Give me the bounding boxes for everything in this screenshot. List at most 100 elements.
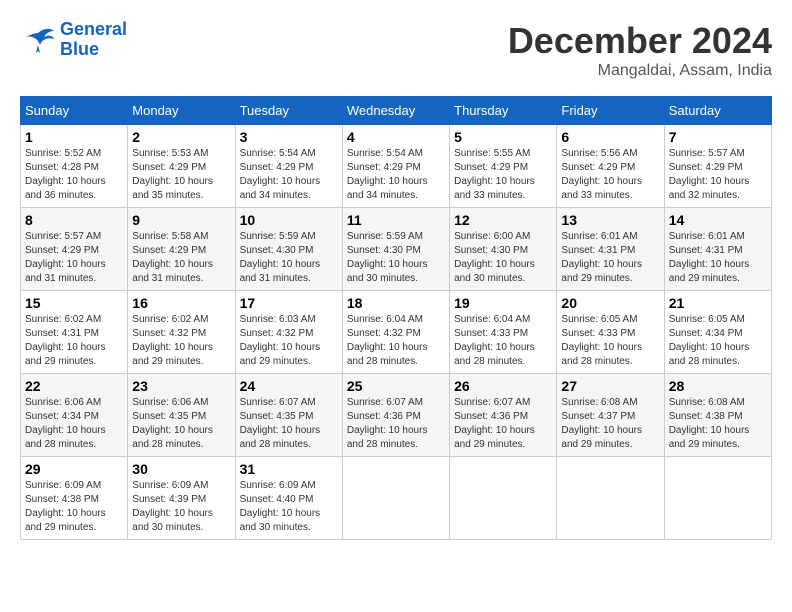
day-number: 28 [669, 378, 767, 394]
day-number: 31 [240, 461, 338, 477]
day-info: Sunrise: 5:54 AM Sunset: 4:29 PM Dayligh… [240, 147, 338, 203]
calendar-cell: 24Sunrise: 6:07 AM Sunset: 4:35 PM Dayli… [235, 374, 342, 457]
calendar-cell: 3 Sunrise: 5:54 AM Sunset: 4:29 PM Daylig… [235, 125, 342, 208]
day-info: Sunrise: 6:04 AM Sunset: 4:32 PM Dayligh… [347, 313, 445, 369]
day-number: 11 [347, 212, 445, 228]
day-number: 25 [347, 378, 445, 394]
calendar-cell: 13 Sunrise: 6:01 AM Sunset: 4:31 PM Dayli… [557, 208, 664, 291]
day-info: Sunrise: 6:08 AM Sunset: 4:38 PM Dayligh… [669, 396, 767, 452]
day-info: Sunrise: 5:58 AM Sunset: 4:29 PM Dayligh… [132, 230, 230, 286]
month-title: December 2024 [508, 20, 772, 62]
calendar-cell: 1 Sunrise: 5:52 AM Sunset: 4:28 PM Daylig… [21, 125, 128, 208]
calendar-cell [342, 457, 449, 540]
day-info: Sunrise: 5:59 AM Sunset: 4:30 PM Dayligh… [240, 230, 338, 286]
day-info: Sunrise: 6:02 AM Sunset: 4:32 PM Dayligh… [132, 313, 230, 369]
calendar-cell: 15 Sunrise: 6:02 AM Sunset: 4:31 PM Dayli… [21, 291, 128, 374]
day-info: Sunrise: 5:52 AM Sunset: 4:28 PM Dayligh… [25, 147, 123, 203]
day-info: Sunrise: 6:09 AM Sunset: 4:38 PM Dayligh… [25, 479, 123, 535]
day-number: 7 [669, 129, 767, 145]
calendar-cell: 21 Sunrise: 6:05 AM Sunset: 4:34 PM Dayli… [664, 291, 771, 374]
day-number: 20 [561, 295, 659, 311]
day-number: 16 [132, 295, 230, 311]
day-info: Sunrise: 6:01 AM Sunset: 4:31 PM Dayligh… [669, 230, 767, 286]
day-number: 13 [561, 212, 659, 228]
day-number: 22 [25, 378, 123, 394]
day-info: Sunrise: 6:05 AM Sunset: 4:33 PM Dayligh… [561, 313, 659, 369]
day-number: 18 [347, 295, 445, 311]
day-number: 30 [132, 461, 230, 477]
calendar-cell: 9 Sunrise: 5:58 AM Sunset: 4:29 PM Daylig… [128, 208, 235, 291]
day-number: 21 [669, 295, 767, 311]
weekday-header-tuesday: Tuesday [235, 97, 342, 125]
day-number: 1 [25, 129, 123, 145]
location-text: Mangaldai, Assam, India [508, 62, 772, 80]
day-number: 5 [454, 129, 552, 145]
day-number: 26 [454, 378, 552, 394]
day-number: 10 [240, 212, 338, 228]
day-info: Sunrise: 5:53 AM Sunset: 4:29 PM Dayligh… [132, 147, 230, 203]
day-info: Sunrise: 6:09 AM Sunset: 4:39 PM Dayligh… [132, 479, 230, 535]
day-info: Sunrise: 5:57 AM Sunset: 4:29 PM Dayligh… [25, 230, 123, 286]
day-number: 3 [240, 129, 338, 145]
logo-text: General Blue [60, 20, 127, 60]
day-info: Sunrise: 6:08 AM Sunset: 4:37 PM Dayligh… [561, 396, 659, 452]
day-info: Sunrise: 6:04 AM Sunset: 4:33 PM Dayligh… [454, 313, 552, 369]
calendar-cell: 12 Sunrise: 6:00 AM Sunset: 4:30 PM Dayli… [450, 208, 557, 291]
day-number: 27 [561, 378, 659, 394]
day-number: 8 [25, 212, 123, 228]
day-number: 12 [454, 212, 552, 228]
calendar-cell: 25 Sunrise: 6:07 AM Sunset: 4:36 PM Dayli… [342, 374, 449, 457]
day-info: Sunrise: 6:07 AM Sunset: 4:35 PM Dayligh… [240, 396, 338, 452]
calendar-cell: 27 Sunrise: 6:08 AM Sunset: 4:37 PM Dayli… [557, 374, 664, 457]
day-info: Sunrise: 6:01 AM Sunset: 4:31 PM Dayligh… [561, 230, 659, 286]
weekday-header-row: SundayMondayTuesdayWednesdayThursdayFrid… [21, 97, 772, 125]
calendar-cell: 10 Sunrise: 5:59 AM Sunset: 4:30 PM Dayli… [235, 208, 342, 291]
calendar-cell: 18 Sunrise: 6:04 AM Sunset: 4:32 PM Dayli… [342, 291, 449, 374]
logo: General Blue [20, 20, 127, 60]
calendar-cell: 23 Sunrise: 6:06 AM Sunset: 4:35 PM Dayli… [128, 374, 235, 457]
day-info: Sunrise: 5:59 AM Sunset: 4:30 PM Dayligh… [347, 230, 445, 286]
calendar-cell: 11 Sunrise: 5:59 AM Sunset: 4:30 PM Dayli… [342, 208, 449, 291]
day-info: Sunrise: 6:02 AM Sunset: 4:31 PM Dayligh… [25, 313, 123, 369]
calendar-cell: 28 Sunrise: 6:08 AM Sunset: 4:38 PM Dayli… [664, 374, 771, 457]
day-number: 15 [25, 295, 123, 311]
calendar-cell: 2Sunrise: 5:53 AM Sunset: 4:29 PM Daylig… [128, 125, 235, 208]
day-number: 23 [132, 378, 230, 394]
day-number: 9 [132, 212, 230, 228]
day-info: Sunrise: 6:06 AM Sunset: 4:35 PM Dayligh… [132, 396, 230, 452]
weekday-header-monday: Monday [128, 97, 235, 125]
day-info: Sunrise: 6:07 AM Sunset: 4:36 PM Dayligh… [454, 396, 552, 452]
day-number: 4 [347, 129, 445, 145]
calendar-cell: 20 Sunrise: 6:05 AM Sunset: 4:33 PM Dayli… [557, 291, 664, 374]
day-info: Sunrise: 6:00 AM Sunset: 4:30 PM Dayligh… [454, 230, 552, 286]
day-info: Sunrise: 6:05 AM Sunset: 4:34 PM Dayligh… [669, 313, 767, 369]
weekday-header-thursday: Thursday [450, 97, 557, 125]
calendar-cell [664, 457, 771, 540]
week-row-2: 8 Sunrise: 5:57 AM Sunset: 4:29 PM Daylig… [21, 208, 772, 291]
calendar-table: SundayMondayTuesdayWednesdayThursdayFrid… [20, 96, 772, 540]
weekday-header-wednesday: Wednesday [342, 97, 449, 125]
calendar-cell: 17 Sunrise: 6:03 AM Sunset: 4:32 PM Dayli… [235, 291, 342, 374]
day-info: Sunrise: 6:09 AM Sunset: 4:40 PM Dayligh… [240, 479, 338, 535]
day-info: Sunrise: 6:06 AM Sunset: 4:34 PM Dayligh… [25, 396, 123, 452]
calendar-cell [557, 457, 664, 540]
calendar-cell: 22 Sunrise: 6:06 AM Sunset: 4:34 PM Dayli… [21, 374, 128, 457]
calendar-cell: 26 Sunrise: 6:07 AM Sunset: 4:36 PM Dayli… [450, 374, 557, 457]
week-row-4: 22 Sunrise: 6:06 AM Sunset: 4:34 PM Dayli… [21, 374, 772, 457]
week-row-1: 1 Sunrise: 5:52 AM Sunset: 4:28 PM Daylig… [21, 125, 772, 208]
calendar-cell: 8 Sunrise: 5:57 AM Sunset: 4:29 PM Daylig… [21, 208, 128, 291]
day-number: 17 [240, 295, 338, 311]
day-info: Sunrise: 6:03 AM Sunset: 4:32 PM Dayligh… [240, 313, 338, 369]
day-info: Sunrise: 6:07 AM Sunset: 4:36 PM Dayligh… [347, 396, 445, 452]
day-number: 6 [561, 129, 659, 145]
calendar-cell: 16 Sunrise: 6:02 AM Sunset: 4:32 PM Dayli… [128, 291, 235, 374]
weekday-header-saturday: Saturday [664, 97, 771, 125]
day-number: 29 [25, 461, 123, 477]
week-row-3: 15 Sunrise: 6:02 AM Sunset: 4:31 PM Dayli… [21, 291, 772, 374]
calendar-cell [450, 457, 557, 540]
calendar-cell: 30 Sunrise: 6:09 AM Sunset: 4:39 PM Dayli… [128, 457, 235, 540]
page-header: General Blue December 2024 Mangaldai, As… [20, 20, 772, 80]
day-number: 14 [669, 212, 767, 228]
day-info: Sunrise: 5:55 AM Sunset: 4:29 PM Dayligh… [454, 147, 552, 203]
calendar-cell: 31 Sunrise: 6:09 AM Sunset: 4:40 PM Dayli… [235, 457, 342, 540]
